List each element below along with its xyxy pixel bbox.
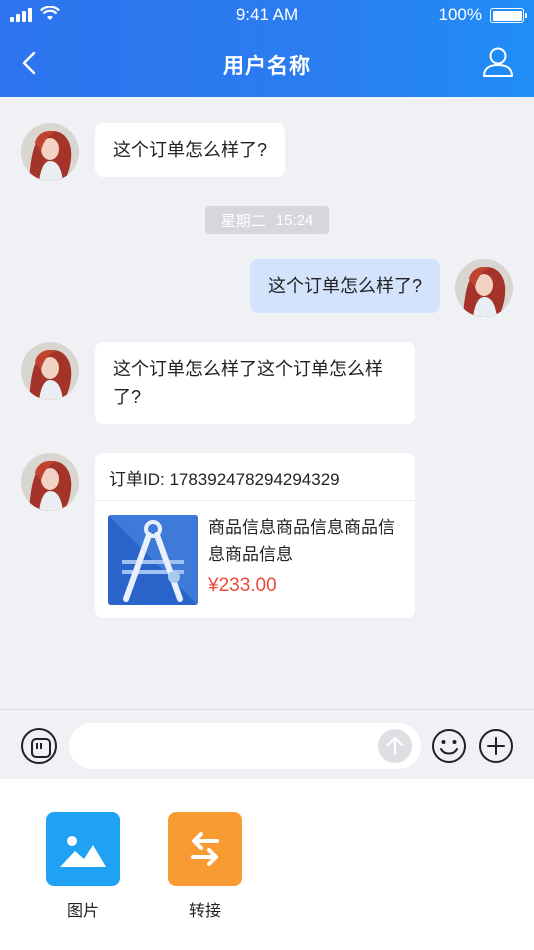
page-title: 用户名称 xyxy=(223,55,311,78)
chat-area[interactable]: 这个订单怎么样了? 星期二 15:24 这个订单怎么样了? 这个订单怎么样了这个… xyxy=(0,97,534,709)
product-name: 商品信息商品信息商品信息商品信息 xyxy=(208,518,395,564)
image-icon xyxy=(46,812,120,886)
message-bubble[interactable]: 这个订单怎么样了这个订单怎么样了? xyxy=(95,342,415,424)
avatar[interactable] xyxy=(21,342,79,400)
battery-percent: 100% xyxy=(438,5,482,24)
timestamp-chip: 星期二 15:24 xyxy=(205,206,329,234)
panel-item-label: 转接 xyxy=(188,903,221,920)
panel-item-label: 图片 xyxy=(66,903,99,920)
message-input[interactable] xyxy=(69,723,421,769)
avatar-image xyxy=(21,453,79,511)
extension-panel: 图片 转接 xyxy=(0,779,534,950)
battery-icon xyxy=(490,8,527,23)
order-id: 订单ID: 178392478294294329 xyxy=(109,470,340,489)
send-button[interactable] xyxy=(378,729,412,763)
transfer-icon xyxy=(168,812,242,886)
avatar-image xyxy=(455,259,513,317)
avatar-image xyxy=(21,123,79,181)
smile-icon xyxy=(432,729,466,763)
arrow-up-icon xyxy=(387,737,403,755)
panel-item-transfer[interactable]: 转接 xyxy=(168,812,242,921)
my-message-bubble[interactable]: 这个订单怎么样了? xyxy=(249,259,440,313)
input-bar xyxy=(0,709,534,779)
plus-icon xyxy=(479,729,513,763)
compass-icon xyxy=(108,515,198,605)
status-bar: 9:41 AM 100% xyxy=(0,0,534,30)
more-button[interactable] xyxy=(478,728,514,764)
panel-item-image[interactable]: 图片 xyxy=(46,812,120,921)
order-card[interactable]: 订单ID: 178392478294294329 商品信息商品信息商品信息商品信… xyxy=(95,453,415,618)
user-profile-icon xyxy=(483,47,513,77)
header: 9:41 AM 100% 用户名称 xyxy=(0,0,534,97)
avatar-image xyxy=(21,342,79,400)
voice-button[interactable] xyxy=(21,728,57,764)
my-avatar[interactable] xyxy=(455,259,513,317)
product-price: ¥233.00 xyxy=(208,575,277,596)
timestamp-time: 15:24 xyxy=(275,211,314,229)
timestamp-day: 星期二 xyxy=(220,212,266,230)
emoji-button[interactable] xyxy=(431,728,467,764)
product-image[interactable] xyxy=(108,515,198,605)
message-bubble[interactable]: 这个订单怎么样了? xyxy=(95,123,286,177)
divider xyxy=(95,500,415,501)
user-profile-button[interactable] xyxy=(480,44,516,80)
avatar[interactable] xyxy=(21,123,79,181)
avatar[interactable] xyxy=(21,453,79,511)
